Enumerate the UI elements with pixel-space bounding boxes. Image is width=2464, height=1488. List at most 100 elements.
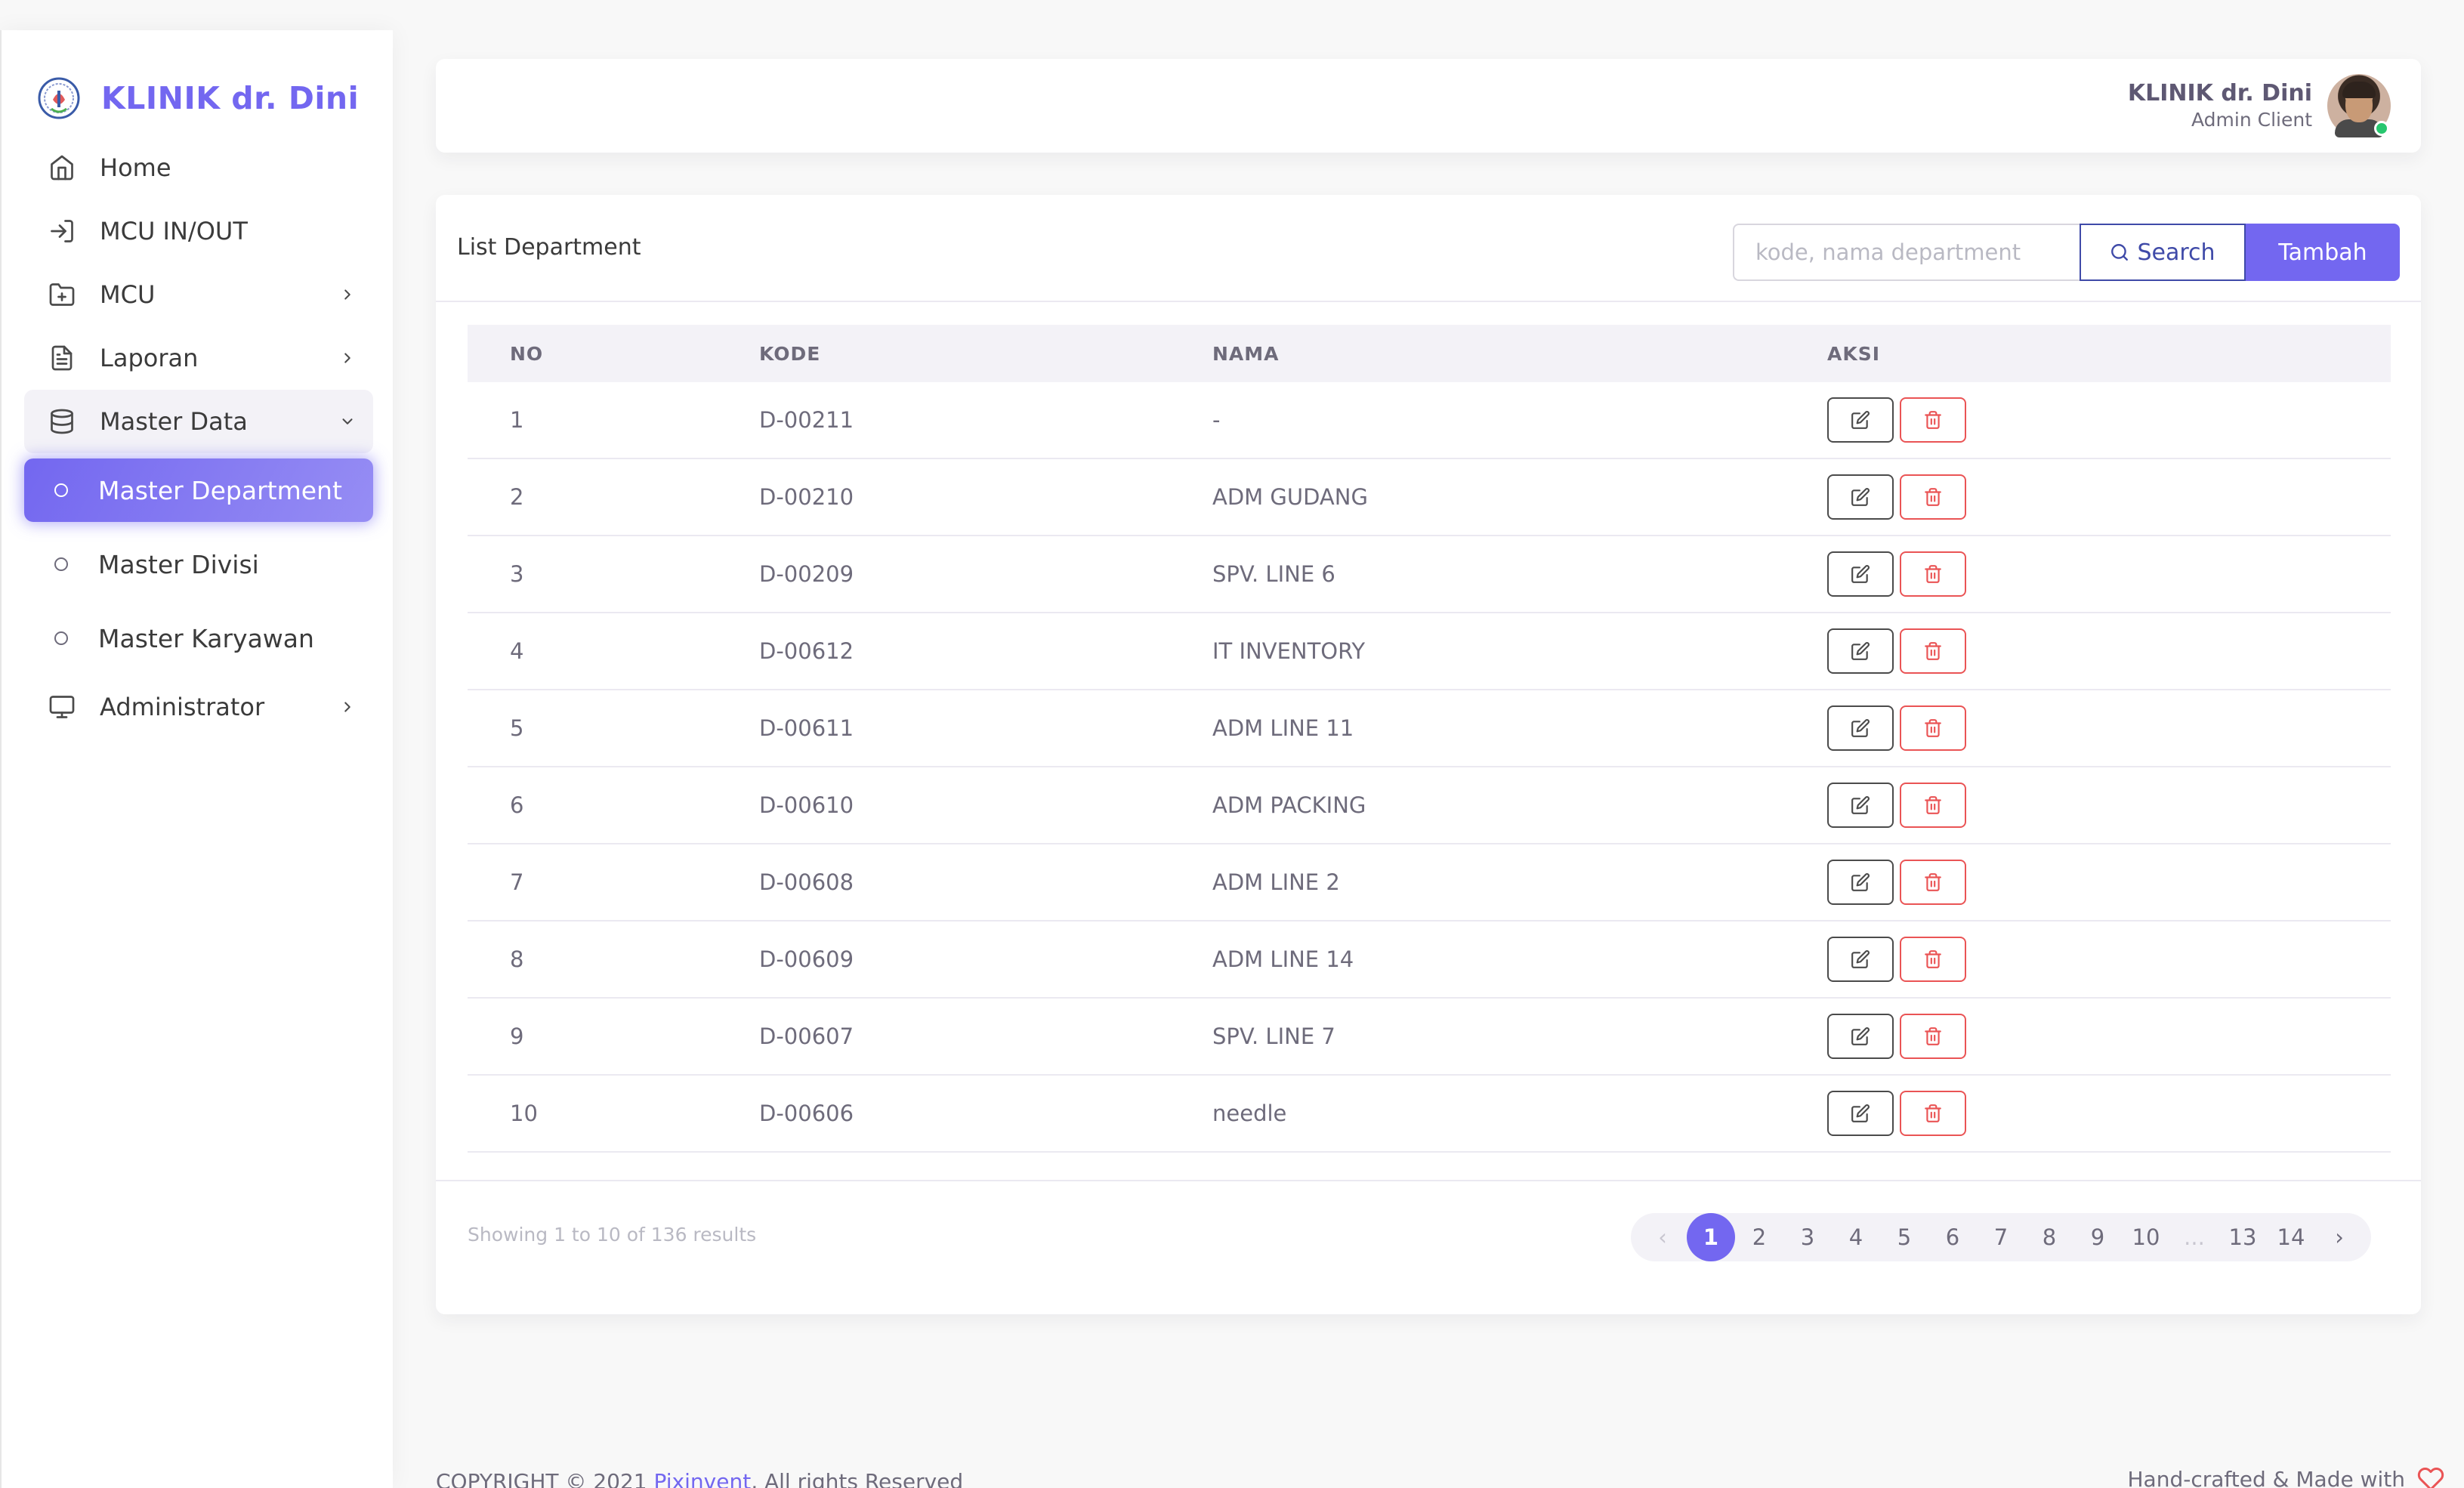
edit-button[interactable] bbox=[1827, 551, 1894, 597]
edit-icon bbox=[1851, 1027, 1870, 1045]
sidebar-item-administrator[interactable]: Administrator bbox=[24, 675, 373, 739]
cell-nama: - bbox=[1212, 407, 1221, 433]
divider bbox=[436, 1180, 2421, 1181]
search-icon bbox=[2110, 242, 2129, 262]
edit-button[interactable] bbox=[1827, 628, 1894, 674]
trash-icon bbox=[1925, 565, 1941, 583]
pagination-page[interactable]: 14 bbox=[2267, 1213, 2315, 1261]
table-row: 10 D-00606 needle bbox=[468, 1076, 2391, 1153]
sidebar-subitem-master-karyawan[interactable]: Master Karyawan bbox=[24, 601, 373, 675]
cell-kode: D-00608 bbox=[759, 869, 854, 895]
cell-kode: D-00210 bbox=[759, 484, 854, 510]
pagination-page[interactable]: 8 bbox=[2025, 1213, 2073, 1261]
clinic-logo-icon bbox=[38, 71, 80, 125]
database-icon bbox=[47, 406, 77, 437]
delete-button[interactable] bbox=[1900, 1091, 1966, 1136]
delete-button[interactable] bbox=[1900, 937, 1966, 982]
edit-button[interactable] bbox=[1827, 1091, 1894, 1136]
cell-nama: SPV. LINE 6 bbox=[1212, 561, 1335, 587]
sidebar-item-master-data[interactable]: Master Data bbox=[24, 390, 373, 453]
sidebar-item-mcu[interactable]: MCU bbox=[24, 263, 373, 326]
pagination-page[interactable]: 9 bbox=[2073, 1213, 2122, 1261]
edit-button[interactable] bbox=[1827, 705, 1894, 751]
delete-button[interactable] bbox=[1900, 628, 1966, 674]
cell-aksi bbox=[1827, 783, 2391, 828]
trash-icon bbox=[1925, 411, 1941, 429]
edit-icon bbox=[1851, 488, 1870, 506]
delete-button[interactable] bbox=[1900, 705, 1966, 751]
edit-icon bbox=[1851, 411, 1870, 429]
edit-button[interactable] bbox=[1827, 937, 1894, 982]
pagination-page[interactable]: 1 bbox=[1687, 1213, 1735, 1261]
cell-kode: D-00209 bbox=[759, 561, 854, 587]
cell-nama: ADM GUDANG bbox=[1212, 484, 1368, 510]
brand-name: KLINIK dr. Dini bbox=[101, 80, 360, 116]
search-input-wrapper[interactable] bbox=[1733, 224, 2080, 281]
table-row: 9 D-00607 SPV. LINE 7 bbox=[468, 999, 2391, 1076]
pagination-prev[interactable]: ‹ bbox=[1638, 1213, 1687, 1261]
top-navbar: KLINIK dr. Dini Admin Client bbox=[436, 59, 2421, 153]
cell-aksi bbox=[1827, 551, 2391, 597]
cell-no: 10 bbox=[510, 1101, 538, 1126]
edit-button[interactable] bbox=[1827, 783, 1894, 828]
trash-icon bbox=[1925, 796, 1941, 814]
sidebar-item-mcu-in-out[interactable]: MCU IN/OUT bbox=[24, 199, 373, 263]
delete-button[interactable] bbox=[1900, 1014, 1966, 1059]
trash-icon bbox=[1925, 1104, 1941, 1122]
edit-button[interactable] bbox=[1827, 474, 1894, 520]
table-row: 2 D-00210 ADM GUDANG bbox=[468, 459, 2391, 536]
divider bbox=[436, 301, 2421, 302]
pagination-page[interactable]: 5 bbox=[1880, 1213, 1928, 1261]
search-input[interactable] bbox=[1755, 239, 2080, 265]
heart-icon bbox=[2416, 1465, 2446, 1488]
pagination-next[interactable]: › bbox=[2315, 1213, 2364, 1261]
card-title: List Department bbox=[457, 234, 641, 261]
avatar[interactable] bbox=[2327, 74, 2391, 137]
user-name[interactable]: KLINIK dr. Dini bbox=[2128, 80, 2312, 107]
login-icon bbox=[47, 216, 77, 246]
sidebar-subitem-master-divisi[interactable]: Master Divisi bbox=[24, 527, 373, 601]
edit-button[interactable] bbox=[1827, 860, 1894, 905]
delete-button[interactable] bbox=[1900, 783, 1966, 828]
cell-no: 9 bbox=[510, 1023, 524, 1049]
edit-icon bbox=[1851, 796, 1870, 814]
cell-kode: D-00612 bbox=[759, 638, 854, 664]
brand[interactable]: KLINIK dr. Dini bbox=[38, 68, 359, 128]
online-status-dot bbox=[2374, 121, 2389, 136]
add-button[interactable]: Tambah bbox=[2246, 224, 2400, 281]
column-header-nama: NAMA bbox=[1212, 342, 1280, 365]
pagination-page[interactable]: 4 bbox=[1832, 1213, 1880, 1261]
sidebar-subitem-master-department[interactable]: Master Department bbox=[24, 458, 373, 522]
table-row: 3 D-00209 SPV. LINE 6 bbox=[468, 536, 2391, 613]
pagination-page[interactable]: 10 bbox=[2122, 1213, 2170, 1261]
delete-button[interactable] bbox=[1900, 397, 1966, 443]
sidebar-item-home[interactable]: Home bbox=[24, 136, 373, 199]
delete-button[interactable] bbox=[1900, 551, 1966, 597]
circle-icon bbox=[54, 631, 68, 645]
cell-aksi bbox=[1827, 628, 2391, 674]
cell-aksi bbox=[1827, 705, 2391, 751]
edit-button[interactable] bbox=[1827, 397, 1894, 443]
trash-icon bbox=[1925, 642, 1941, 660]
delete-button[interactable] bbox=[1900, 474, 1966, 520]
sidebar-subitem-label: Master Department bbox=[98, 475, 342, 505]
sidebar-item-laporan[interactable]: Laporan bbox=[24, 326, 373, 390]
pagination-page[interactable]: 13 bbox=[2219, 1213, 2267, 1261]
pagination-page[interactable]: 6 bbox=[1928, 1213, 1977, 1261]
sidebar-item-label: Home bbox=[100, 153, 171, 182]
search-button-label: Search bbox=[2137, 239, 2215, 266]
pagination-page[interactable]: 7 bbox=[1977, 1213, 2025, 1261]
cell-no: 1 bbox=[510, 407, 524, 433]
department-card: List Department Search Tambah NO KODE NA… bbox=[436, 195, 2421, 1314]
cell-kode: D-00607 bbox=[759, 1023, 854, 1049]
cell-aksi bbox=[1827, 474, 2391, 520]
pagination-page[interactable]: 2 bbox=[1735, 1213, 1783, 1261]
table-row: 4 D-00612 IT INVENTORY bbox=[468, 613, 2391, 690]
delete-button[interactable] bbox=[1900, 860, 1966, 905]
search-button[interactable]: Search bbox=[2080, 224, 2246, 281]
pagination-page[interactable]: 3 bbox=[1783, 1213, 1832, 1261]
sidebar-nav: Home MCU IN/OUT MCU Laporan Master Data … bbox=[24, 136, 373, 739]
edit-button[interactable] bbox=[1827, 1014, 1894, 1059]
copyright-brand-link[interactable]: Pixinvent bbox=[654, 1469, 752, 1488]
circle-icon bbox=[54, 557, 68, 571]
